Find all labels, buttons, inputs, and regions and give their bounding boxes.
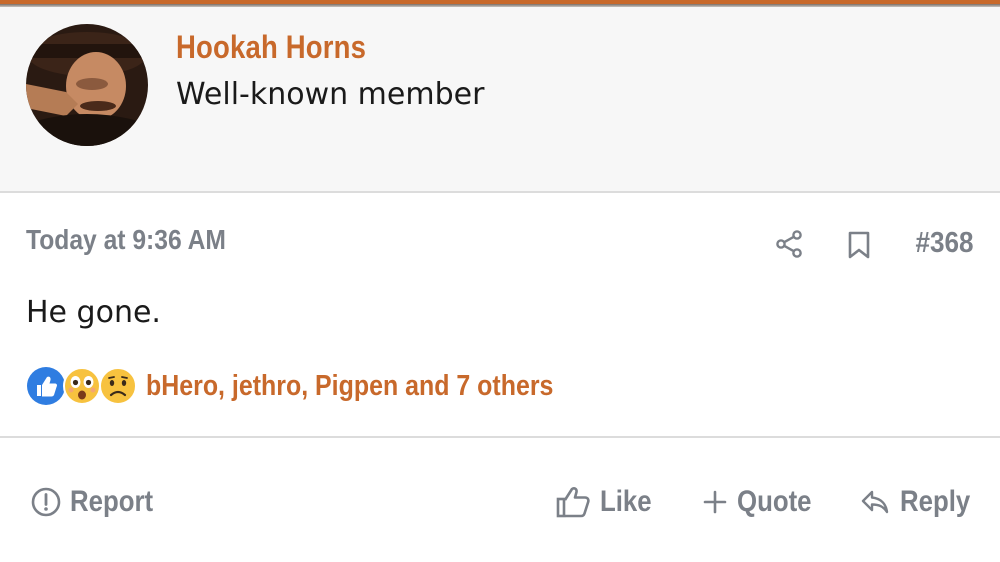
like-reaction-icon	[27, 367, 65, 405]
sad-reaction-icon	[99, 367, 137, 405]
thumbs-up-icon	[556, 487, 590, 518]
quote-button[interactable]: Quote	[703, 482, 824, 522]
plus-icon	[703, 490, 727, 514]
share-icon[interactable]	[774, 229, 804, 259]
avatar[interactable]	[26, 24, 148, 146]
report-icon	[31, 487, 61, 517]
reaction-users-link[interactable]: bHero, jethro, Pigpen and 7 others	[146, 370, 553, 403]
quote-label: Quote	[737, 485, 812, 518]
report-button[interactable]: Report	[30, 482, 167, 522]
reply-button[interactable]: Reply	[860, 482, 982, 522]
report-label: Report	[70, 485, 154, 518]
bookmark-icon[interactable]	[846, 231, 872, 259]
post-number-link[interactable]: #368	[916, 227, 974, 260]
wow-reaction-icon	[63, 367, 101, 405]
reactions-bar[interactable]: bHero, jethro, Pigpen and 7 others	[26, 366, 620, 406]
post-message: He gone.	[26, 295, 161, 330]
like-label: Like	[600, 485, 652, 518]
user-title: Well-known member	[176, 77, 485, 112]
reply-arrow-icon	[861, 490, 889, 514]
like-button[interactable]: Like	[556, 482, 660, 522]
post-user-header: Hookah Horns Well-known member	[0, 7, 1000, 193]
post-timestamp[interactable]: Today at 9:36 AM	[26, 224, 226, 256]
username-link[interactable]: Hookah Horns	[176, 29, 366, 66]
post-footer-divider	[0, 436, 1000, 438]
reply-label: Reply	[900, 485, 971, 518]
